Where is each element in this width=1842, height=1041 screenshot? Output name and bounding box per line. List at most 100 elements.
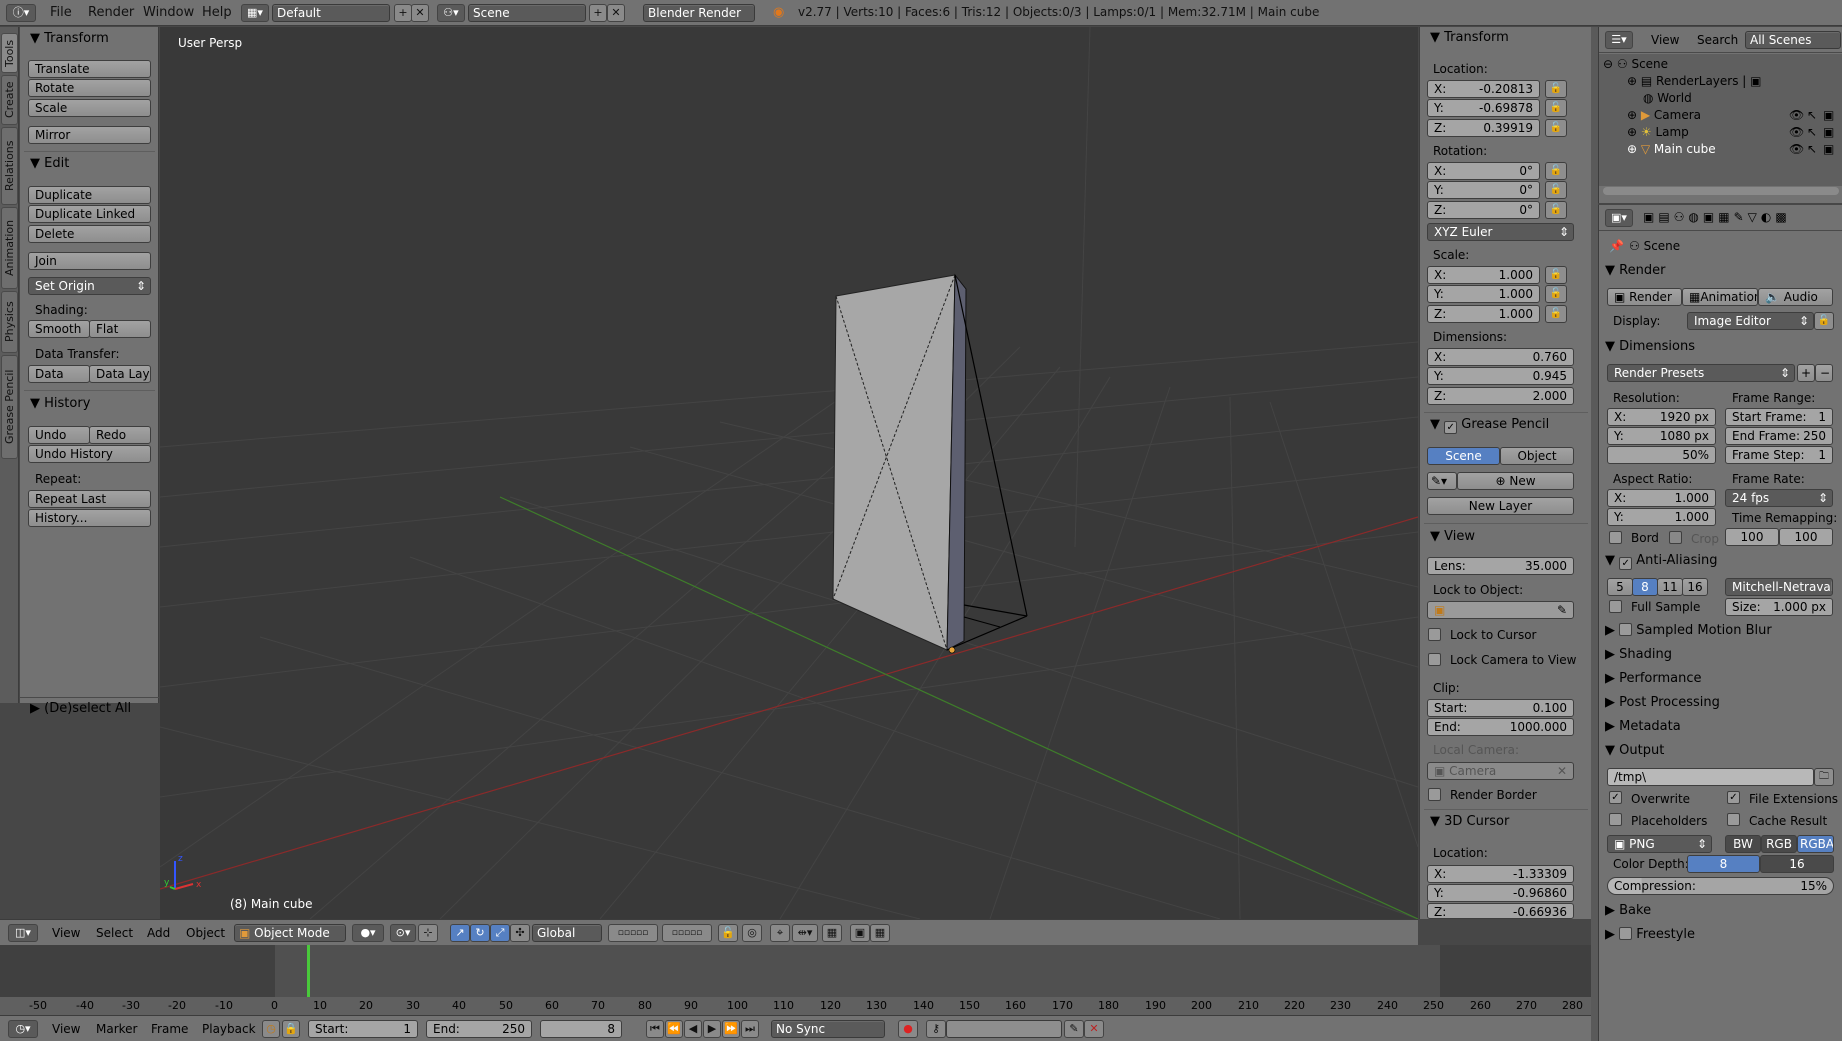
location-x-field[interactable]: X: -0.20813 [1427, 80, 1540, 98]
pencil-icon[interactable]: ✎▾ [1427, 472, 1457, 490]
jump-keyframe-forward-icon[interactable]: ⏩ [722, 1020, 740, 1038]
smooth-button[interactable]: Smooth [28, 320, 90, 338]
duplicate-linked-button[interactable]: Duplicate Linked [28, 205, 151, 223]
keying-set-field[interactable] [946, 1020, 1062, 1038]
screen-layout-field[interactable]: Default [272, 4, 390, 22]
lens-field[interactable]: Lens: 35.000 [1427, 557, 1574, 575]
end-frame-timeline-field[interactable]: End: 250 [426, 1020, 532, 1038]
tab-physics[interactable]: Physics [1, 291, 18, 353]
visibility-eye-icon[interactable]: 👁 [1789, 142, 1804, 156]
timeline[interactable]: -50 -40 -30 -20 -10 0 10 20 30 40 50 60 … [0, 945, 1591, 1015]
scale-x-field[interactable]: X: 1.000 [1427, 266, 1540, 284]
viewport-shading-icon[interactable]: ●▾ [352, 924, 384, 942]
transform-panel-header[interactable]: ▼ Transform [30, 31, 109, 46]
gp-object-toggle[interactable]: Object [1500, 447, 1574, 465]
outliner-item-world[interactable]: ◍ World [1643, 91, 1692, 105]
outliner-item-main-cube[interactable]: ⊕ ▽ Main cube [1627, 142, 1716, 156]
render-camera-icon[interactable]: ▣ [1823, 125, 1834, 139]
display-select[interactable]: Image Editor ⇕ [1687, 312, 1814, 330]
resolution-percent-slider[interactable]: 50% [1607, 446, 1716, 464]
tab-grease-pencil[interactable]: Grease Pencil [1, 355, 18, 459]
scene-field[interactable]: Scene [468, 4, 586, 22]
menu-help[interactable]: Help [202, 5, 232, 20]
lock-icon[interactable]: 🔓 [1545, 305, 1567, 323]
audio-button[interactable]: 🔈 Audio [1758, 288, 1833, 306]
playhead-marker[interactable] [307, 945, 310, 997]
end-frame-field[interactable]: End Frame: 250 [1725, 427, 1833, 445]
undo-history-button[interactable]: Undo History [28, 445, 151, 463]
placeholders-checkbox[interactable] [1609, 813, 1622, 826]
main-cube-mesh[interactable] [832, 273, 1028, 654]
folder-icon[interactable]: 🗀 [1814, 768, 1834, 786]
color-depth-8-toggle[interactable]: 8 [1687, 855, 1760, 873]
clip-end-field[interactable]: End: 1000.000 [1427, 718, 1574, 736]
render-button[interactable]: ▣ Render [1607, 288, 1682, 306]
properties-editor-icon[interactable]: ▣▾ [1605, 209, 1633, 227]
play-reverse-icon[interactable]: ◀ [684, 1020, 702, 1038]
aa-samples-5[interactable]: 5 [1607, 578, 1633, 596]
lock-icon[interactable]: 🔓 [1545, 119, 1567, 137]
scale-z-field[interactable]: Z: 1.000 [1427, 305, 1540, 323]
freestyle-section-header[interactable]: ▶ Freestyle [1605, 927, 1695, 942]
cursor-y-field[interactable]: Y: -0.96860 [1427, 884, 1574, 902]
full-sample-checkbox[interactable] [1609, 600, 1622, 613]
screen-layout-icon[interactable]: ▦▾ [241, 4, 269, 22]
outliner-item-lamp[interactable]: ⊕ ☀ Lamp [1627, 125, 1689, 139]
lock-icon[interactable]: 🔓 [1545, 162, 1567, 180]
scale-y-field[interactable]: Y: 1.000 [1427, 285, 1540, 303]
aspect-y-field[interactable]: Y: 1.000 [1607, 508, 1716, 526]
outliner-search-menu[interactable]: Search [1697, 33, 1738, 47]
grease-pencil-checkbox[interactable]: ✓ [1444, 421, 1458, 434]
gp-scene-toggle[interactable]: Scene [1427, 447, 1500, 465]
snap-icon[interactable]: ⌖ [770, 924, 790, 942]
repeat-last-button[interactable]: Repeat Last [28, 490, 151, 508]
delete-button[interactable]: Delete [28, 225, 151, 243]
pivot-point-icon[interactable]: ⊙▾ [390, 924, 416, 942]
jump-start-icon[interactable]: ⏮ [646, 1020, 664, 1038]
rotation-z-field[interactable]: Z: 0° [1427, 201, 1540, 219]
layers-grid-2[interactable]: ▫▫▫▫▫ [662, 924, 712, 942]
play-icon[interactable]: ▶ [703, 1020, 721, 1038]
resolution-y-field[interactable]: Y: 1080 px [1607, 427, 1716, 445]
location-z-field[interactable]: Z: 0.39919 [1427, 119, 1540, 137]
tab-create[interactable]: Create [1, 75, 18, 125]
performance-section-header[interactable]: ▶ Performance [1605, 671, 1702, 686]
join-button[interactable]: Join [28, 252, 151, 270]
view-props-header[interactable]: ▼ View [1430, 529, 1475, 544]
anti-aliasing-checkbox[interactable]: ✓ [1619, 557, 1633, 570]
delete-keyframe-icon[interactable]: ✕ [1084, 1020, 1104, 1038]
select-arrow-icon[interactable]: ↖ [1807, 142, 1817, 156]
color-bw-toggle[interactable]: BW [1725, 835, 1761, 853]
visibility-eye-icon[interactable]: 👁 [1789, 108, 1804, 122]
outliner-item-renderlayers[interactable]: ⊕ ▤ RenderLayers | ▣ [1627, 74, 1761, 88]
dimension-y-field[interactable]: Y: 0.945 [1427, 367, 1574, 385]
translate-button[interactable]: Translate [28, 60, 151, 78]
scene-icon[interactable]: ⚇▾ [437, 4, 465, 22]
add-layout-icon[interactable]: + [394, 4, 412, 22]
menu-add[interactable]: Add [147, 926, 170, 940]
metadata-section-header[interactable]: ▶ Metadata [1605, 719, 1681, 734]
cache-result-checkbox[interactable] [1727, 813, 1740, 826]
mirror-button[interactable]: Mirror [28, 126, 151, 144]
filter-size-field[interactable]: Size: 1.000 px [1725, 598, 1833, 616]
tab-relations[interactable]: Relations [1, 127, 18, 205]
start-frame-field[interactable]: Start Frame: 1 [1725, 408, 1833, 426]
pin-icon[interactable]: 📌 [1609, 239, 1624, 253]
rotate-button[interactable]: Rotate [28, 79, 151, 97]
grease-pencil-header[interactable]: ▼ ✓ Grease Pencil [1430, 417, 1549, 434]
3d-viewport[interactable]: z x y User Persp (8) Main cube [160, 27, 1418, 919]
menu-view[interactable]: View [52, 926, 80, 940]
transform-orientation-select[interactable]: Global [532, 924, 602, 942]
scale-button[interactable]: Scale [28, 99, 151, 117]
transform-props-header[interactable]: ▼ Transform [1430, 30, 1509, 45]
timeline-menu-frame[interactable]: Frame [151, 1022, 188, 1036]
render-presets-select[interactable]: Render Presets ⇕ [1607, 364, 1795, 382]
file-extensions-checkbox[interactable]: ✓ [1727, 791, 1740, 804]
outliner-horizontal-scrollbar[interactable] [1603, 187, 1839, 195]
jump-keyframe-back-icon[interactable]: ⏪ [665, 1020, 683, 1038]
timeline-menu-playback[interactable]: Playback [202, 1022, 256, 1036]
output-section-header[interactable]: ▼ Output [1605, 743, 1664, 758]
jump-end-icon[interactable]: ⏭ [741, 1020, 759, 1038]
mode-select[interactable]: ▣ Object Mode [234, 924, 346, 942]
history-panel-header[interactable]: ▼ History [30, 396, 90, 411]
